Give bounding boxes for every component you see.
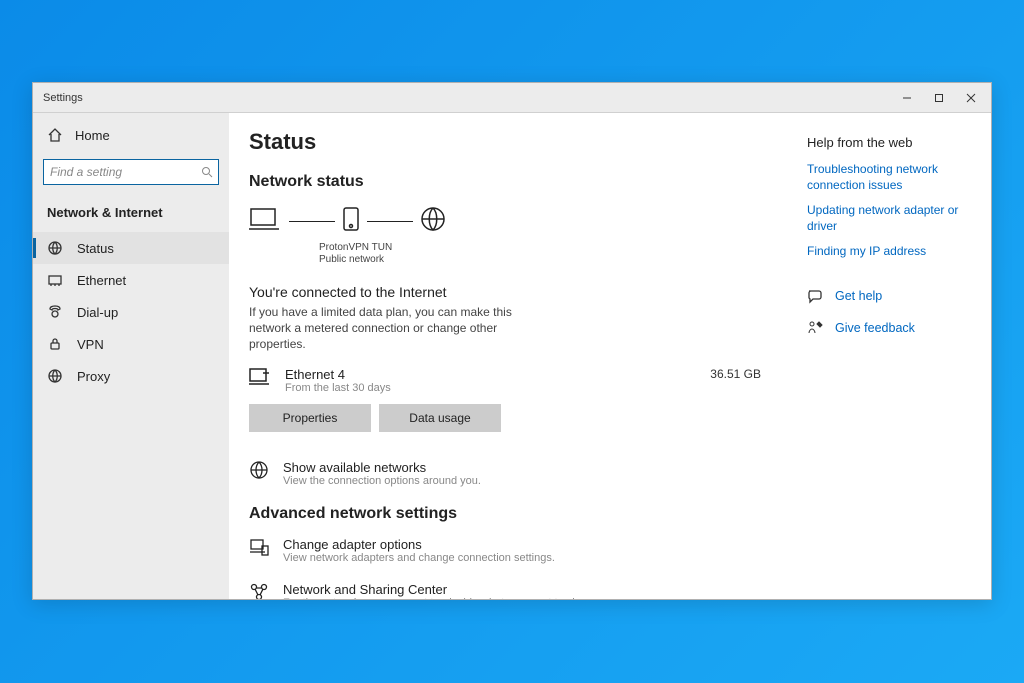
give-feedback-link[interactable]: Give feedback <box>807 320 977 336</box>
help-link-adapter[interactable]: Updating network adapter or driver <box>807 203 977 234</box>
network-status-heading: Network status <box>249 173 773 191</box>
adapter-icon <box>249 537 269 557</box>
network-diagram <box>249 205 773 238</box>
window-body: Home Network & Internet Status Ethernet … <box>33 113 991 599</box>
action-desc: For the networks you connect to, decide … <box>283 597 597 599</box>
sidebar-item-ethernet[interactable]: Ethernet <box>33 264 229 296</box>
dialup-icon <box>47 304 63 320</box>
adapter-options-row[interactable]: Change adapter options View network adap… <box>249 537 773 564</box>
globe-icon <box>419 205 447 238</box>
get-help-label: Get help <box>835 289 882 303</box>
aside: Help from the web Troubleshooting networ… <box>793 113 991 599</box>
sidebar-item-label: Ethernet <box>77 273 126 288</box>
maximize-button[interactable] <box>923 87 955 109</box>
monitor-icon <box>249 367 271 392</box>
ethernet-icon <box>47 272 63 288</box>
sidebar-item-dialup[interactable]: Dial-up <box>33 296 229 328</box>
help-link-ip[interactable]: Finding my IP address <box>807 244 977 260</box>
action-title: Change adapter options <box>283 537 555 552</box>
sidebar-item-label: VPN <box>77 337 104 352</box>
home-icon <box>47 127 63 143</box>
status-icon <box>47 240 63 256</box>
home-label: Home <box>75 128 110 143</box>
sidebar-item-vpn[interactable]: VPN <box>33 328 229 360</box>
vpn-icon <box>47 336 63 352</box>
button-row: Properties Data usage <box>249 404 773 432</box>
section-title: Network & Internet <box>33 199 229 232</box>
minimize-button[interactable] <box>891 87 923 109</box>
sidebar-item-proxy[interactable]: Proxy <box>33 360 229 392</box>
titlebar-buttons <box>891 87 987 109</box>
settings-window: Settings Home Network & Internet Status <box>32 82 992 600</box>
action-title: Network and Sharing Center <box>283 582 597 597</box>
sidebar-item-label: Proxy <box>77 369 110 384</box>
action-desc: View the connection options around you. <box>283 475 481 487</box>
globe-icon <box>249 460 269 480</box>
connected-desc: If you have a limited data plan, you can… <box>249 304 529 353</box>
device-icon <box>341 206 361 237</box>
help-link-troubleshoot[interactable]: Troubleshooting network connection issue… <box>807 162 977 193</box>
connected-title: You're connected to the Internet <box>249 284 773 300</box>
network-name: Ethernet 4 <box>285 367 696 382</box>
search-icon <box>201 165 213 177</box>
get-help-link[interactable]: Get help <box>807 288 977 304</box>
sharing-icon <box>249 582 269 599</box>
diagram-label: ProtonVPN TUN Public network <box>319 242 773 266</box>
aside-title: Help from the web <box>807 135 977 150</box>
action-title: Show available networks <box>283 460 481 475</box>
network-sub: From the last 30 days <box>285 382 696 394</box>
network-size: 36.51 GB <box>710 367 761 381</box>
search-input[interactable] <box>43 159 219 185</box>
main: Status Network status ProtonVPN TUN Publ… <box>229 113 991 599</box>
action-text: Change adapter options View network adap… <box>283 537 555 564</box>
action-desc: View network adapters and change connect… <box>283 552 555 564</box>
action-text: Show available networks View the connect… <box>283 460 481 487</box>
titlebar: Settings <box>33 83 991 113</box>
close-button[interactable] <box>955 87 987 109</box>
properties-button[interactable]: Properties <box>249 404 371 432</box>
feedback-icon <box>807 320 823 336</box>
diagram-line <box>289 221 335 222</box>
sidebar: Home Network & Internet Status Ethernet … <box>33 113 229 599</box>
action-text: Network and Sharing Center For the netwo… <box>283 582 597 599</box>
help-icon <box>807 288 823 304</box>
proxy-icon <box>47 368 63 384</box>
home-link[interactable]: Home <box>33 121 229 149</box>
window-title: Settings <box>43 92 83 104</box>
show-networks-row[interactable]: Show available networks View the connect… <box>249 460 773 487</box>
sidebar-item-label: Status <box>77 241 114 256</box>
sidebar-item-status[interactable]: Status <box>33 232 229 264</box>
connection-name: ProtonVPN TUN <box>319 242 773 254</box>
network-type: Public network <box>319 254 773 266</box>
advanced-heading: Advanced network settings <box>249 505 773 523</box>
search-box <box>43 159 219 185</box>
sidebar-item-label: Dial-up <box>77 305 118 320</box>
computer-icon <box>249 205 283 238</box>
network-row: Ethernet 4 From the last 30 days 36.51 G… <box>249 367 773 394</box>
page-title: Status <box>249 129 773 155</box>
data-usage-button[interactable]: Data usage <box>379 404 501 432</box>
content: Status Network status ProtonVPN TUN Publ… <box>229 113 793 599</box>
sharing-center-row[interactable]: Network and Sharing Center For the netwo… <box>249 582 773 599</box>
feedback-label: Give feedback <box>835 321 915 335</box>
network-info: Ethernet 4 From the last 30 days <box>285 367 696 394</box>
diagram-line <box>367 221 413 222</box>
